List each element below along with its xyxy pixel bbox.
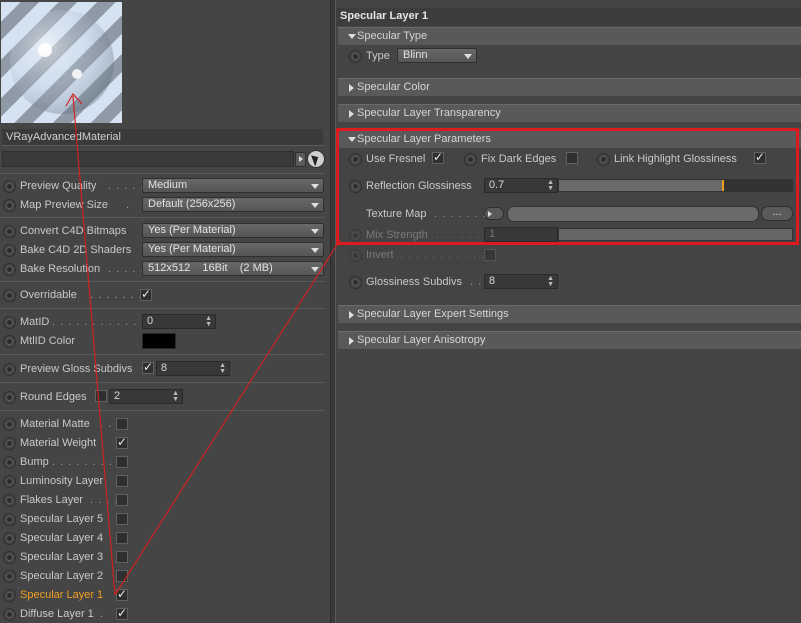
- arrow-line: [72, 95, 116, 596]
- arrow-line: [114, 239, 341, 596]
- annotation-arrows: [65, 92, 341, 596]
